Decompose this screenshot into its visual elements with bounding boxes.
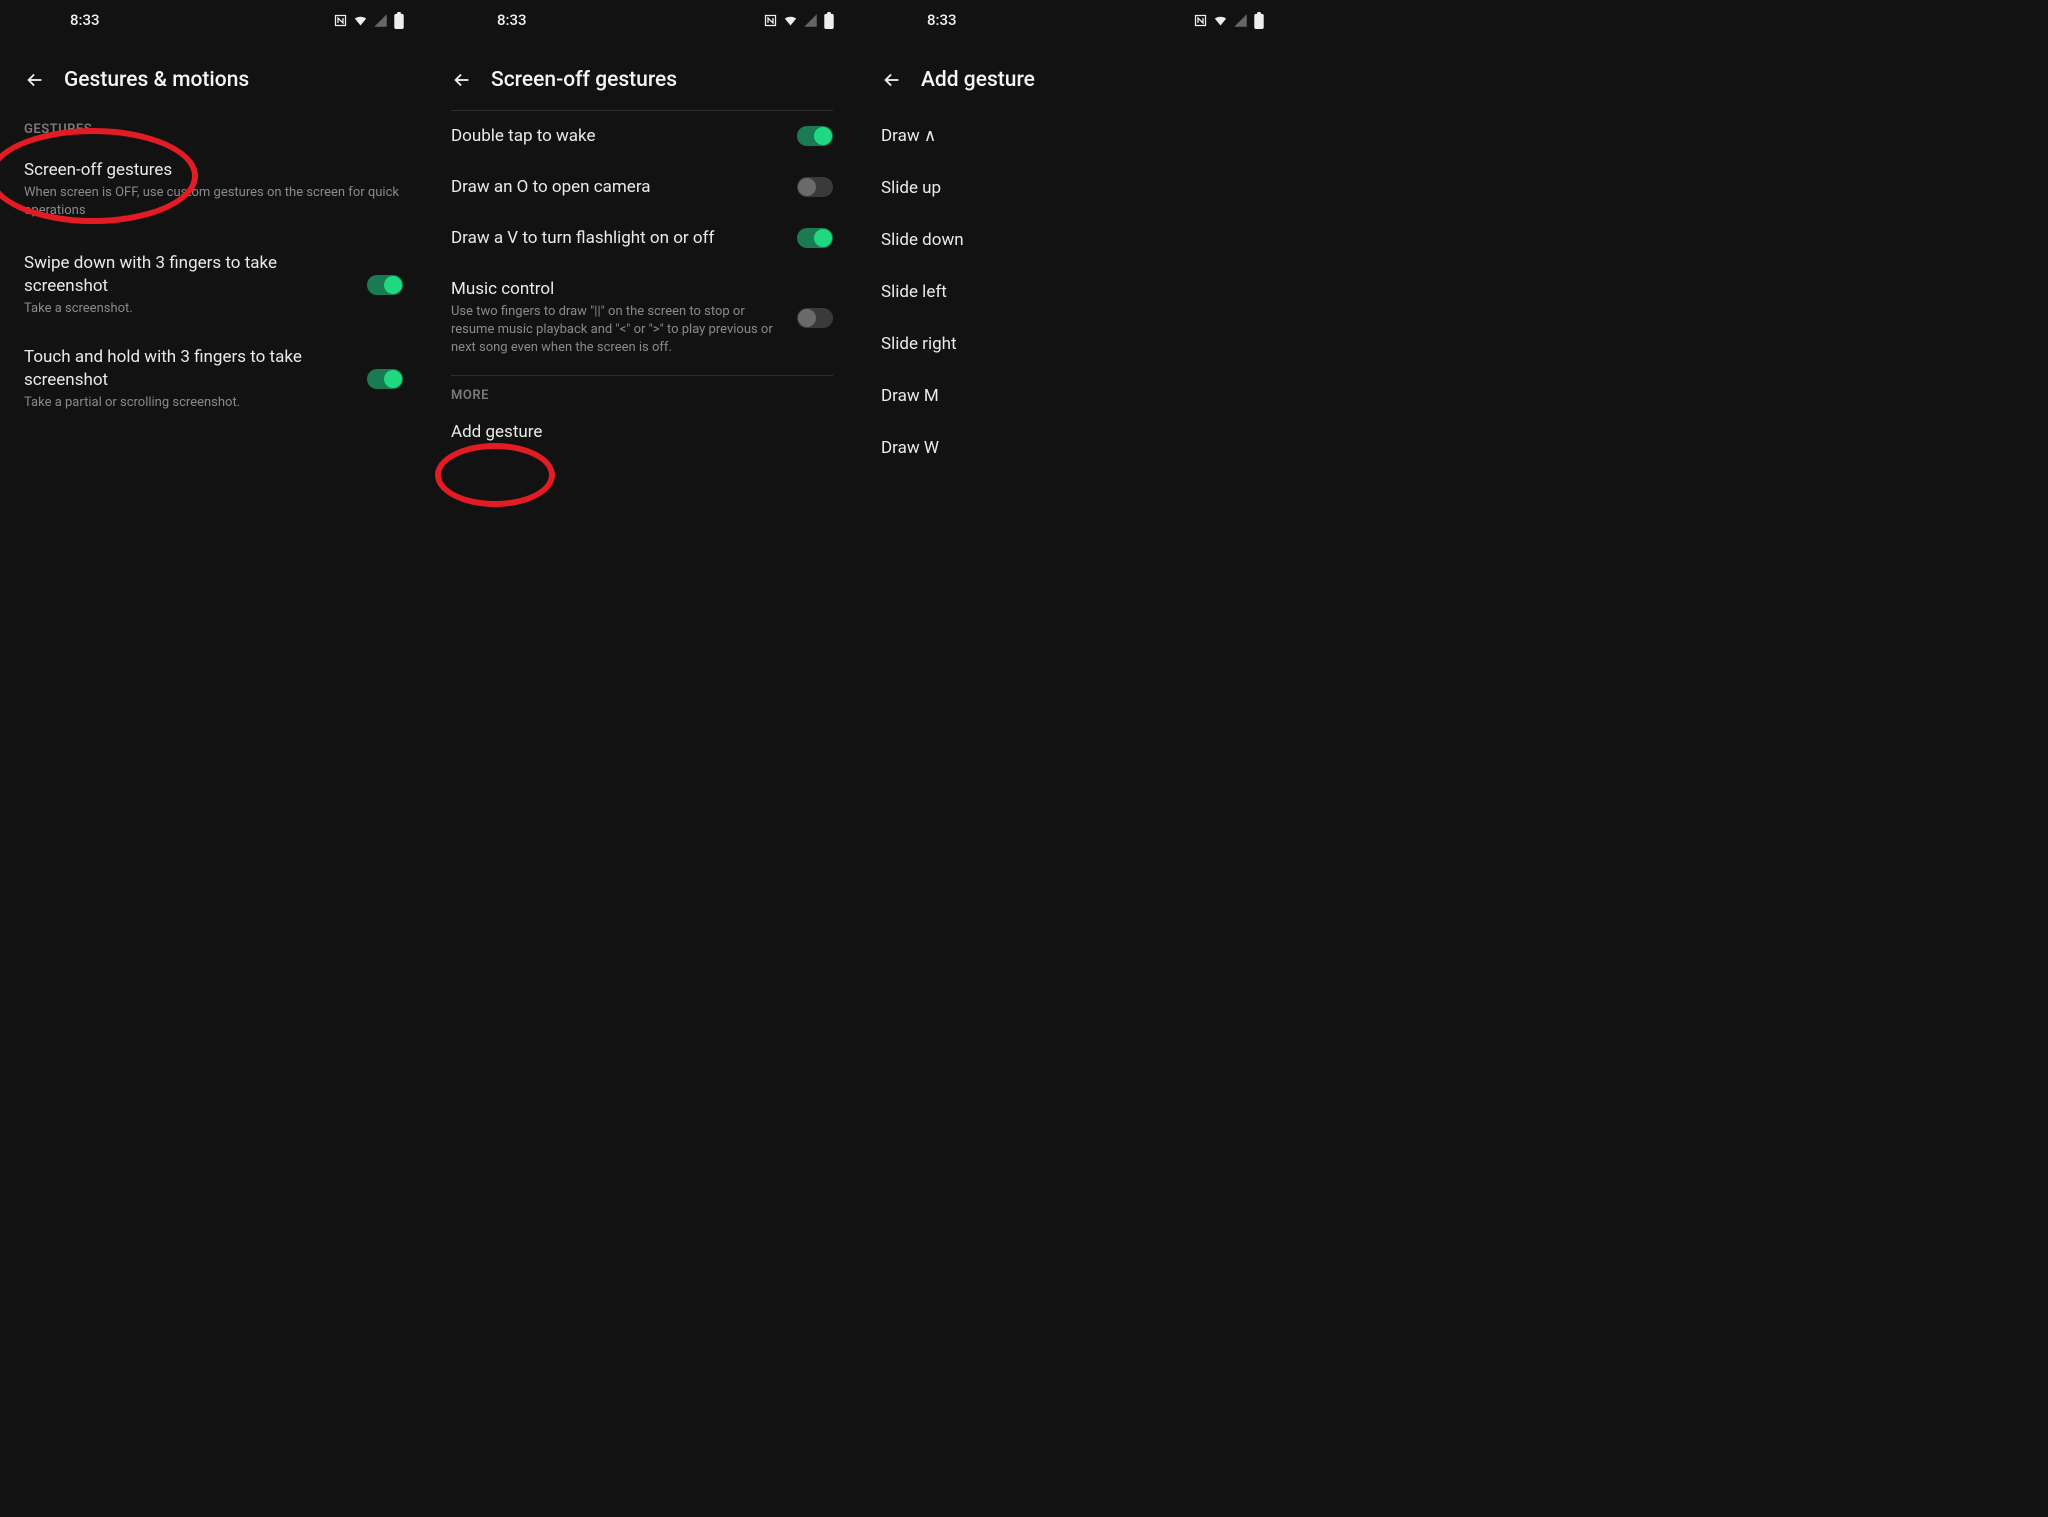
battery-icon	[393, 12, 405, 29]
nfc-icon	[763, 13, 778, 28]
toggle-swipe-3-fingers[interactable]	[367, 275, 403, 295]
item-title: Swipe down with 3 fingers to take screen…	[24, 252, 355, 298]
toggle-music-control[interactable]	[797, 308, 833, 328]
page-title: Gestures & motions	[64, 68, 249, 92]
item-swipe-3-fingers[interactable]: Swipe down with 3 fingers to take screen…	[0, 238, 427, 332]
wifi-icon	[353, 13, 368, 28]
status-icons	[1193, 12, 1265, 29]
item-draw-v-flashlight[interactable]: Draw a V to turn flashlight on or off	[427, 213, 857, 264]
status-time: 8:33	[927, 11, 957, 29]
nfc-icon	[1193, 13, 1208, 28]
status-icons	[333, 12, 405, 29]
item-screen-off-gestures[interactable]: Screen-off gestures When screen is OFF, …	[0, 145, 427, 238]
toggle-draw-o-camera[interactable]	[797, 177, 833, 197]
page-title: Add gesture	[921, 68, 1035, 92]
page-title: Screen-off gestures	[491, 68, 677, 92]
row-draw-w[interactable]: Draw W	[857, 422, 1287, 474]
section-header-gestures: GESTURES	[0, 110, 427, 145]
header: Screen-off gestures	[427, 40, 857, 110]
item-subtitle: Use two fingers to draw "||" on the scre…	[451, 303, 785, 358]
signal-icon	[1233, 13, 1248, 28]
panel-screen-off-gestures: 8:33 Screen-off gestures Double tap to w…	[427, 0, 857, 1517]
status-bar: 8:33	[0, 0, 427, 40]
row-slide-left[interactable]: Slide left	[857, 266, 1287, 318]
item-title: Music control	[451, 278, 785, 301]
status-bar: 8:33	[857, 0, 1287, 40]
signal-icon	[373, 13, 388, 28]
header: Gestures & motions	[0, 40, 427, 110]
row-draw-m[interactable]: Draw M	[857, 370, 1287, 422]
row-slide-up[interactable]: Slide up	[857, 162, 1287, 214]
item-draw-o-camera[interactable]: Draw an O to open camera	[427, 162, 857, 213]
section-header-more: MORE	[427, 376, 857, 411]
panel-add-gesture: 8:33 Add gesture Draw ∧ Slide up Slide d…	[857, 0, 1287, 1517]
item-title: Add gesture	[451, 421, 833, 444]
header: Add gesture	[857, 40, 1287, 110]
battery-icon	[1253, 12, 1265, 29]
item-subtitle: Take a screenshot.	[24, 300, 355, 318]
item-subtitle: When screen is OFF, use custom gestures …	[24, 184, 403, 220]
item-subtitle: Take a partial or scrolling screenshot.	[24, 394, 355, 412]
item-music-control[interactable]: Music control Use two fingers to draw "|…	[427, 264, 857, 372]
row-draw-caret[interactable]: Draw ∧	[857, 110, 1287, 162]
toggle-draw-v-flashlight[interactable]	[797, 228, 833, 248]
item-title: Draw a V to turn flashlight on or off	[451, 227, 785, 250]
signal-icon	[803, 13, 818, 28]
item-title: Touch and hold with 3 fingers to take sc…	[24, 346, 355, 392]
back-arrow-icon[interactable]	[881, 69, 903, 91]
toggle-hold-3-fingers[interactable]	[367, 369, 403, 389]
nfc-icon	[333, 13, 348, 28]
item-title: Double tap to wake	[451, 125, 785, 148]
battery-icon	[823, 12, 835, 29]
item-title: Draw an O to open camera	[451, 176, 785, 199]
wifi-icon	[1213, 13, 1228, 28]
item-double-tap-wake[interactable]: Double tap to wake	[427, 111, 857, 162]
item-title: Screen-off gestures	[24, 159, 403, 182]
back-arrow-icon[interactable]	[451, 69, 473, 91]
status-bar: 8:33	[427, 0, 857, 40]
status-icons	[763, 12, 835, 29]
wifi-icon	[783, 13, 798, 28]
row-slide-right[interactable]: Slide right	[857, 318, 1287, 370]
status-time: 8:33	[70, 11, 100, 29]
row-slide-down[interactable]: Slide down	[857, 214, 1287, 266]
panel-gestures-motions: 8:33 Gestures & motions GESTURES Screen-…	[0, 0, 427, 1517]
item-hold-3-fingers[interactable]: Touch and hold with 3 fingers to take sc…	[0, 332, 427, 426]
status-time: 8:33	[497, 11, 527, 29]
toggle-double-tap-wake[interactable]	[797, 126, 833, 146]
back-arrow-icon[interactable]	[24, 69, 46, 91]
item-add-gesture[interactable]: Add gesture	[427, 411, 857, 458]
